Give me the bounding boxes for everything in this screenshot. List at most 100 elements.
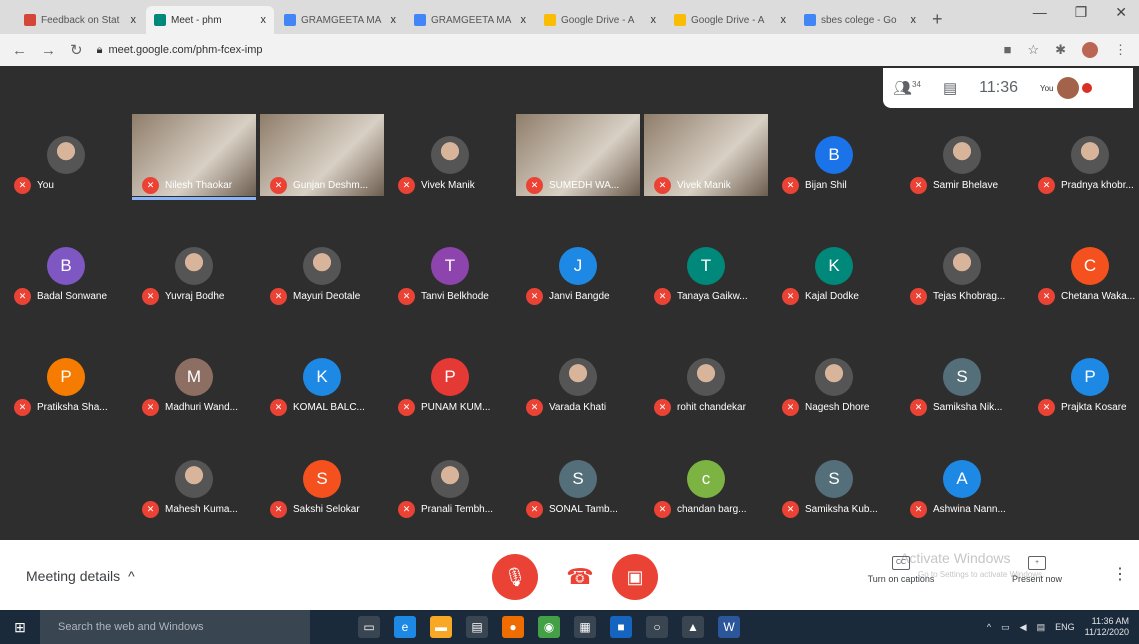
browser-tab[interactable]: GRAMGEETA MA x [406, 6, 534, 34]
participant-tile[interactable]: c ✕ chandan barg... [644, 432, 768, 524]
participant-tile[interactable]: M ✕ Madhuri Wand... [132, 330, 256, 422]
opera-icon[interactable]: ○ [646, 616, 668, 638]
tab-close-icon[interactable]: x [391, 14, 397, 26]
tab-close-icon[interactable]: x [261, 14, 267, 26]
mic-toggle-button[interactable]: 🎙︎ [492, 554, 538, 600]
bookmark-star-icon[interactable]: ☆ [1027, 42, 1039, 58]
browser-tab[interactable]: Feedback on Stat x [16, 6, 144, 34]
participant-tile[interactable]: C ✕ Chetana Waka... [1028, 219, 1139, 311]
participant-tile[interactable]: ✕ Mayuri Deotale [260, 219, 384, 311]
tab-close-icon[interactable]: x [781, 14, 787, 26]
meeting-details-button[interactable]: Meeting details ^ [26, 568, 135, 584]
url-field[interactable]: 🔒︎ meet.google.com/phm-fcex-imp [97, 44, 990, 57]
photos-icon[interactable]: ▲ [682, 616, 704, 638]
participant-tile[interactable]: ✕ Yuvraj Bodhe [132, 219, 256, 311]
participant-tile[interactable]: ✕ rohit chandekar [644, 330, 768, 422]
tab-close-icon[interactable]: x [911, 14, 917, 26]
new-tab-button[interactable]: + [932, 6, 943, 34]
people-icon[interactable]: 👥︎34 [893, 79, 921, 97]
participant-name-row: ✕ Madhuri Wand... [142, 399, 254, 416]
back-icon[interactable]: ← [12, 42, 27, 59]
participant-tile[interactable]: ✕ Varada Khati [516, 330, 640, 422]
participant-tile[interactable]: ✕ Mahesh Kuma... [132, 432, 256, 524]
hang-up-button[interactable]: ☎︎ [557, 554, 603, 600]
chevron-up-icon: ^ [128, 568, 135, 584]
participant-tile[interactable]: ✕ Nilesh Thaokar [132, 108, 256, 200]
restore-icon[interactable]: ❐ [1075, 4, 1088, 21]
participant-tile[interactable]: ✕ Vivek Manik [388, 108, 512, 200]
profile-avatar[interactable] [1082, 42, 1098, 58]
participant-tile[interactable]: T ✕ Tanaya Gaikw... [644, 219, 768, 311]
present-now-button[interactable]: + Present now [1002, 556, 1072, 584]
zoom-icon[interactable]: ■ [610, 616, 632, 638]
participant-avatar: S [559, 460, 597, 498]
participant-tile[interactable]: P ✕ Prajkta Kosare [1028, 330, 1139, 422]
self-view[interactable]: You [1040, 77, 1092, 99]
camera-icon[interactable]: ■ [1004, 42, 1012, 58]
language-indicator[interactable]: ENG [1055, 622, 1075, 632]
participant-tile[interactable]: A ✕ Ashwina Nann... [900, 432, 1024, 524]
taskbar-clock[interactable]: 11:36 AM 11/12/2020 [1085, 616, 1129, 638]
participant-tile[interactable]: P ✕ Pratiksha Sha... [4, 330, 128, 422]
minimize-icon[interactable]: — [1033, 4, 1047, 21]
participant-tile[interactable]: ✕ Gunjan Deshm... [260, 108, 384, 200]
camera-toggle-button[interactable]: ▣ [612, 554, 658, 600]
reload-icon[interactable]: ↻ [70, 41, 83, 59]
participant-tile[interactable]: ✕ SUMEDH WA... [516, 108, 640, 200]
participant-tile[interactable]: ✕ Samir Bhelave [900, 108, 1024, 200]
participant-name-row: ✕ Pradnya khobr... [1038, 177, 1139, 194]
chrome-icon[interactable]: ◉ [538, 616, 560, 638]
chat-icon[interactable]: ▤ [943, 79, 957, 97]
calculator-icon[interactable]: ▦ [574, 616, 596, 638]
extensions-icon[interactable]: ✱ [1055, 42, 1066, 58]
participant-tile[interactable]: ✕ Pradnya khobr... [1028, 108, 1139, 200]
participant-tile[interactable]: ✕ Vivek Manik [644, 108, 768, 200]
taskbar-search-input[interactable]: Search the web and Windows [40, 610, 310, 644]
firefox-icon[interactable]: ● [502, 616, 524, 638]
word-icon[interactable]: W [718, 616, 740, 638]
participant-tile[interactable]: S ✕ Sakshi Selokar [260, 432, 384, 524]
edge-icon[interactable]: e [394, 616, 416, 638]
tray-chevron-icon[interactable]: ^ [987, 622, 991, 632]
tab-close-icon[interactable]: x [131, 14, 137, 26]
present-label: Present now [1011, 574, 1063, 584]
phone-hangup-icon: ☎︎ [566, 564, 594, 589]
tab-close-icon[interactable]: x [651, 14, 657, 26]
captions-icon: CC [892, 556, 910, 570]
participant-tile[interactable]: S ✕ SONAL Tamb... [516, 432, 640, 524]
participant-tile[interactable]: ✕ Nagesh Dhore [772, 330, 896, 422]
browser-menu-icon[interactable]: ⋮ [1114, 42, 1127, 58]
windows-start-button[interactable]: ⊞ [0, 610, 40, 644]
task-view-icon[interactable]: ▭ [358, 616, 380, 638]
participant-tile[interactable]: K ✕ KOMAL BALC... [260, 330, 384, 422]
browser-tab[interactable]: sbes colege - Go x [796, 6, 924, 34]
browser-tab[interactable]: Google Drive - A x [536, 6, 664, 34]
browser-tab[interactable]: GRAMGEETA MA x [276, 6, 404, 34]
participant-tile[interactable]: J ✕ Janvi Bangde [516, 219, 640, 311]
network-icon[interactable]: ▭ [1001, 622, 1010, 633]
participant-tile[interactable]: K ✕ Kajal Dodke [772, 219, 896, 311]
participant-tile[interactable]: S ✕ Samiksha Kub... [772, 432, 896, 524]
participant-tile[interactable]: ✕ You [4, 108, 128, 200]
participant-tile[interactable]: B ✕ Bijan Shil [772, 108, 896, 200]
participant-name-row: ✕ Prajkta Kosare [1038, 399, 1139, 416]
browser-tab[interactable]: Meet - phm x [146, 6, 274, 34]
browser-tab[interactable]: Google Drive - A x [666, 6, 794, 34]
close-window-icon[interactable]: ✕ [1115, 4, 1127, 21]
participant-name: Sakshi Selokar [293, 504, 360, 515]
forward-icon[interactable]: → [41, 42, 56, 59]
store-icon[interactable]: ▤ [466, 616, 488, 638]
participant-tile[interactable]: ✕ Tejas Khobrag... [900, 219, 1024, 311]
participant-tile[interactable]: ✕ Pranali Tembh... [388, 432, 512, 524]
participant-name-row: ✕ Gunjan Deshm... [270, 177, 382, 194]
participant-tile[interactable]: B ✕ Badal Sonwane [4, 219, 128, 311]
participant-tile[interactable]: P ✕ PUNAM KUM... [388, 330, 512, 422]
tab-close-icon[interactable]: x [521, 14, 527, 26]
participant-tile[interactable]: T ✕ Tanvi Belkhode [388, 219, 512, 311]
file-explorer-icon[interactable]: ▬ [430, 616, 452, 638]
more-options-icon[interactable]: ⋮ [1112, 564, 1128, 584]
participant-tile[interactable]: S ✕ Samiksha Nik... [900, 330, 1024, 422]
volume-icon[interactable]: ◀︎ [1020, 622, 1027, 633]
notifications-icon[interactable]: ▤ [1037, 622, 1046, 633]
captions-button[interactable]: CC Turn on captions [856, 556, 946, 584]
